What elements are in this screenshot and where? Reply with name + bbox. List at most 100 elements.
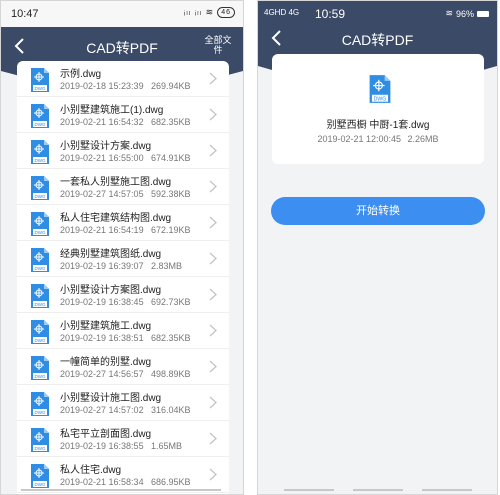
signal-icon: ᵢₗₗ ᵢₗₗ ≋ xyxy=(183,7,215,17)
dwg-file-icon: DWG xyxy=(31,176,49,200)
selected-file-size: 2.26MB xyxy=(407,134,439,144)
icon-label: DWG xyxy=(35,482,46,487)
icon-label: DWG xyxy=(35,194,46,199)
chevron-right-icon xyxy=(209,216,217,229)
file-name: 小别墅建筑施工(1).dwg xyxy=(60,105,164,116)
chevron-right-icon xyxy=(209,144,217,157)
file-name: 私宅平立剖面图.dwg xyxy=(60,429,152,440)
nav-indicator xyxy=(422,489,472,491)
file-size: 672.19KB xyxy=(151,225,191,235)
icon-label: DWG xyxy=(35,374,46,379)
status-time: 10:47 xyxy=(11,8,39,20)
file-list-item[interactable]: DWG 小别墅建筑施工.dwg 2019-02-19 16:38:51 682.35K… xyxy=(17,313,229,349)
file-size: 682.35KB xyxy=(151,333,191,343)
nav-indicator xyxy=(353,489,403,491)
file-date: 2019-02-19 16:38:51 xyxy=(60,333,144,343)
icon-label: DWG xyxy=(35,86,46,91)
file-size: 316.04KB xyxy=(151,405,191,415)
chevron-right-icon xyxy=(209,396,217,409)
nav-indicator xyxy=(21,489,221,491)
icon-label: DWG xyxy=(35,410,46,415)
selected-file-name: 别墅西橱 中厨-1套.dwg xyxy=(326,120,430,131)
left-phone-screen: 10:47 ᵢₗₗ ᵢₗₗ ≋ 46 CAD转PDF 全部文件 DWG 示例.dw… xyxy=(0,0,244,495)
dwg-file-icon: DWG xyxy=(31,428,49,452)
nav-indicator xyxy=(284,489,334,491)
file-size: 2.83MB xyxy=(151,261,183,271)
file-name: 经典别墅建筑图纸.dwg xyxy=(60,249,162,260)
file-date: 2019-02-19 16:39:07 xyxy=(60,261,144,271)
selected-file-date: 2019-02-21 12:00:45 xyxy=(317,134,402,144)
file-size: 686.95KB xyxy=(151,477,191,487)
file-size: 1.65MB xyxy=(151,441,183,451)
selected-file-meta: 2019-02-21 12:00:45 2.26MB xyxy=(272,134,484,144)
file-list-item[interactable]: DWG 一幢简单的别墅.dwg 2019-02-27 14:56:57 498.89K… xyxy=(17,349,229,385)
file-list-item[interactable]: DWG 小别墅设计方案.dwg 2019-02-21 16:55:00 674.91K… xyxy=(17,133,229,169)
chevron-right-icon xyxy=(209,468,217,481)
file-list-item[interactable]: DWG 小别墅建筑施工(1).dwg 2019-02-21 16:54:32 682.… xyxy=(17,97,229,133)
chevron-right-icon xyxy=(209,360,217,373)
chevron-right-icon xyxy=(209,324,217,337)
chevron-right-icon xyxy=(209,180,217,193)
dwg-file-icon: DWG xyxy=(31,68,49,92)
file-name: 私人住宅建筑结构图.dwg xyxy=(60,213,172,224)
file-date: 2019-02-27 14:57:02 xyxy=(60,405,144,415)
file-date: 2019-02-19 16:38:55 xyxy=(60,441,144,451)
file-list-item[interactable]: DWG 私人住宅.dwg 2019-02-21 16:58:34 686.95KB xyxy=(17,457,229,493)
file-size: 682.35KB xyxy=(151,117,191,127)
file-name: 小别墅建筑施工.dwg xyxy=(60,321,152,332)
dwg-file-icon: DWG xyxy=(31,392,49,416)
dwg-file-icon: DWG xyxy=(31,284,49,308)
battery-icon xyxy=(477,10,489,17)
file-size: 674.91KB xyxy=(151,153,191,163)
icon-label: DWG xyxy=(35,230,46,235)
dwg-file-icon: DWG xyxy=(31,140,49,164)
file-size: 269.94KB xyxy=(151,81,191,91)
dwg-file-icon: DWG xyxy=(31,320,49,344)
file-list-item[interactable]: DWG 一套私人别墅施工图.dwg 2019-02-27 14:57:05 592.3… xyxy=(17,169,229,205)
start-convert-button[interactable]: 开始转换 xyxy=(271,197,485,225)
file-size: 592.38KB xyxy=(151,189,191,199)
file-list-item[interactable]: DWG 私人住宅建筑结构图.dwg 2019-02-21 16:54:19 672.1… xyxy=(17,205,229,241)
file-list-item[interactable]: DWG 私宅平立剖面图.dwg 2019-02-19 16:38:55 1.65MB xyxy=(17,421,229,457)
file-date: 2019-02-27 14:56:57 xyxy=(60,369,144,379)
file-list-item[interactable]: DWG 经典别墅建筑图纸.dwg 2019-02-19 16:39:07 2.83MB xyxy=(17,241,229,277)
file-size: 692.73KB xyxy=(151,297,191,307)
file-name: 私人住宅.dwg xyxy=(60,465,122,476)
network-indicator: 4GHD 4G xyxy=(264,8,300,17)
right-phone-screen: 4GHD 4G 10:59 ≋ 96% CAD转PDF DWG 别墅西橱 中厨-… xyxy=(257,0,498,495)
icon-label: DWG xyxy=(35,338,46,343)
file-date: 2019-02-21 16:54:19 xyxy=(60,225,144,235)
icon-label: DWG xyxy=(374,97,387,103)
file-name: 一套私人别墅施工图.dwg xyxy=(60,177,172,188)
file-date: 2019-02-27 14:57:05 xyxy=(60,189,144,199)
status-bar: 10:47 ᵢₗₗ ᵢₗₗ ≋ 46 xyxy=(1,1,243,27)
file-list: DWG 示例.dwg 2019-02-18 15:23:39 269.94KB DWG 小… xyxy=(17,61,229,494)
dwg-file-icon: DWG xyxy=(31,212,49,236)
file-list-item[interactable]: DWG 小别墅设计方案图.dwg 2019-02-19 16:38:45 692.73… xyxy=(17,277,229,313)
dwg-file-icon: DWG xyxy=(369,75,391,103)
file-name: 小别墅设计方案.dwg xyxy=(60,141,152,152)
file-name: 小别墅设计方案图.dwg xyxy=(60,285,162,296)
dwg-file-icon: DWG xyxy=(31,248,49,272)
chevron-right-icon xyxy=(209,72,217,85)
dwg-file-icon: DWG xyxy=(31,464,49,488)
file-list-item[interactable]: DWG 小别墅设计施工图.dwg 2019-02-27 14:57:02 316.04… xyxy=(17,385,229,421)
dwg-file-icon: DWG xyxy=(31,356,49,380)
file-list-item[interactable]: DWG 示例.dwg 2019-02-18 15:23:39 269.94KB xyxy=(17,61,229,97)
wifi-icon: ≋ xyxy=(445,8,453,18)
chevron-right-icon xyxy=(209,108,217,121)
all-files-button[interactable]: 全部文件 xyxy=(203,35,233,55)
app-header: CAD转PDF xyxy=(258,27,497,51)
file-date: 2019-02-21 16:58:34 xyxy=(60,477,144,487)
status-time: 10:59 xyxy=(315,7,346,21)
icon-label: DWG xyxy=(35,446,46,451)
icon-label: DWG xyxy=(35,266,46,271)
file-size: 498.89KB xyxy=(151,369,191,379)
battery-level: 96% xyxy=(455,8,474,19)
chevron-right-icon xyxy=(209,432,217,445)
file-name: 小别墅设计施工图.dwg xyxy=(60,393,162,404)
chevron-right-icon xyxy=(209,288,217,301)
file-date: 2019-02-19 16:38:45 xyxy=(60,297,144,307)
page-title: CAD转PDF xyxy=(341,32,414,48)
status-bar: 4GHD 4G 10:59 ≋ 96% xyxy=(258,1,497,27)
